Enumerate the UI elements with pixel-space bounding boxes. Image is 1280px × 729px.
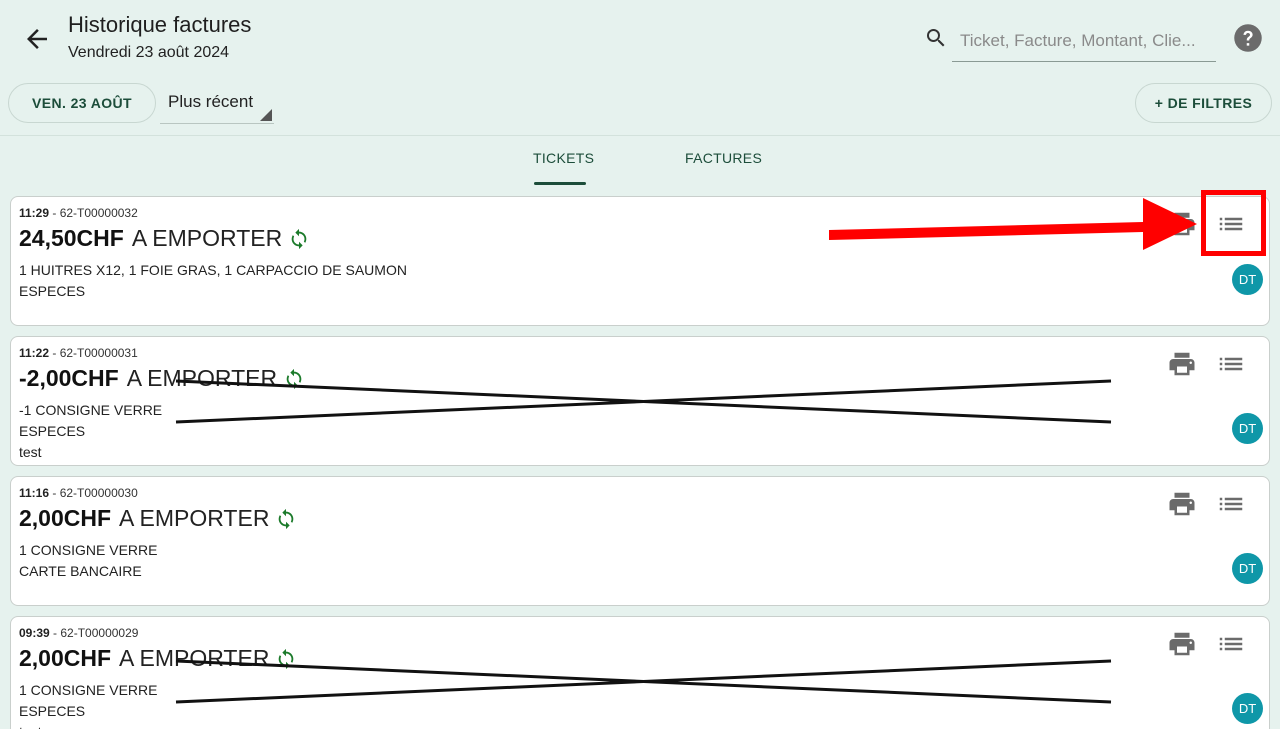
sync-icon	[275, 508, 297, 530]
ticket-items: 1 CONSIGNE VERRE	[19, 542, 158, 558]
avatar: DT	[1232, 264, 1263, 295]
ticket-amount: 2,00CHF	[19, 505, 112, 531]
ticket-separator: -	[49, 626, 61, 640]
ticket-mode: A EMPORTER	[119, 505, 270, 531]
ticket-separator: -	[49, 206, 60, 220]
ticket-card[interactable]: 09:39 - 62-T00000029 2,00CHF A EMPORTER …	[10, 616, 1270, 729]
sort-select-value: Plus récent	[168, 92, 254, 111]
ticket-amount-line: 2,00CHF A EMPORTER	[19, 645, 297, 672]
ticket-mode: A EMPORTER	[119, 645, 270, 671]
ticket-card[interactable]: 11:29 - 62-T00000032 24,50CHF A EMPORTER…	[10, 196, 1270, 326]
ticket-time: 11:16 - 62-T00000030	[19, 486, 138, 500]
help-icon[interactable]	[1233, 23, 1263, 53]
back-arrow-icon[interactable]	[22, 24, 52, 54]
ticket-card[interactable]: 11:16 - 62-T00000030 2,00CHF A EMPORTER …	[10, 476, 1270, 606]
cross-out-marks	[175, 659, 1112, 704]
active-tab-indicator	[534, 182, 586, 185]
ticket-time: 11:22 - 62-T00000031	[19, 346, 138, 360]
app-header: Historique factures Vendredi 23 août 202…	[0, 0, 1280, 136]
ticket-amount-line: -2,00CHF A EMPORTER	[19, 365, 305, 392]
ticket-payment: ESPECES	[19, 703, 86, 719]
avatar: DT	[1232, 553, 1263, 584]
ticket-separator: -	[49, 486, 60, 500]
page-title: Historique factures	[68, 12, 252, 37]
ticket-mode: A EMPORTER	[126, 365, 278, 391]
list-icon[interactable]	[1216, 629, 1246, 659]
ticket-amount-line: 2,00CHF A EMPORTER	[19, 505, 297, 532]
print-icon[interactable]	[1167, 209, 1197, 239]
ticket-number: 62-T00000030	[59, 486, 138, 500]
more-filters-button[interactable]: + DE FILTRES	[1135, 83, 1272, 123]
sort-select[interactable]: Plus récent	[160, 82, 274, 124]
ticket-time-value: 11:29	[19, 206, 50, 220]
avatar: DT	[1232, 693, 1263, 724]
ticket-amount: 2,00CHF	[19, 645, 112, 671]
list-icon[interactable]	[1216, 209, 1246, 239]
tab-factures[interactable]: FACTURES	[685, 150, 762, 166]
tab-tickets[interactable]: TICKETS	[533, 150, 594, 166]
ticket-items: 1 CONSIGNE VERRE	[19, 682, 158, 698]
ticket-card[interactable]: 11:22 - 62-T00000031 -2,00CHF A EMPORTER…	[10, 336, 1270, 466]
ticket-number: 62-T00000032	[59, 206, 138, 220]
ticket-time-value: 11:22	[19, 346, 50, 360]
ticket-amount: 24,50CHF	[19, 225, 124, 251]
ticket-number: 62-T00000031	[59, 346, 138, 360]
ticket-time: 09:39 - 62-T00000029	[19, 626, 138, 640]
list-icon[interactable]	[1216, 349, 1246, 379]
cross-out-marks	[175, 379, 1112, 424]
ticket-payment: ESPECES	[19, 423, 86, 439]
ticket-amount: -2,00CHF	[19, 365, 119, 391]
sync-icon	[283, 368, 305, 390]
ticket-amount-line: 24,50CHF A EMPORTER	[19, 225, 310, 252]
ticket-time-value: 11:16	[19, 486, 50, 500]
avatar: DT	[1232, 413, 1263, 444]
ticket-items: 1 HUITRES X12, 1 FOIE GRAS, 1 CARPACCIO …	[19, 262, 407, 278]
ticket-note: test	[19, 444, 42, 460]
ticket-note: test	[19, 724, 42, 729]
sync-icon	[288, 228, 310, 250]
print-icon[interactable]	[1167, 629, 1197, 659]
ticket-items: -1 CONSIGNE VERRE	[19, 402, 163, 418]
ticket-time: 11:29 - 62-T00000032	[19, 206, 138, 220]
ticket-time-value: 09:39	[19, 626, 50, 640]
ticket-number: 62-T00000029	[60, 626, 139, 640]
ticket-payment: ESPECES	[19, 283, 86, 299]
search-icon[interactable]	[924, 26, 948, 50]
print-icon[interactable]	[1167, 489, 1197, 519]
ticket-separator: -	[49, 346, 60, 360]
ticket-mode: A EMPORTER	[131, 225, 283, 251]
date-filter-button[interactable]: VEN. 23 AOÛT	[8, 83, 156, 123]
ticket-payment: CARTE BANCAIRE	[19, 563, 142, 579]
sync-icon	[275, 648, 297, 670]
list-icon[interactable]	[1216, 489, 1246, 519]
dropdown-arrow-icon	[260, 109, 272, 121]
page-subtitle: Vendredi 23 août 2024	[68, 44, 230, 61]
search-input[interactable]	[952, 20, 1216, 62]
print-icon[interactable]	[1167, 349, 1197, 379]
